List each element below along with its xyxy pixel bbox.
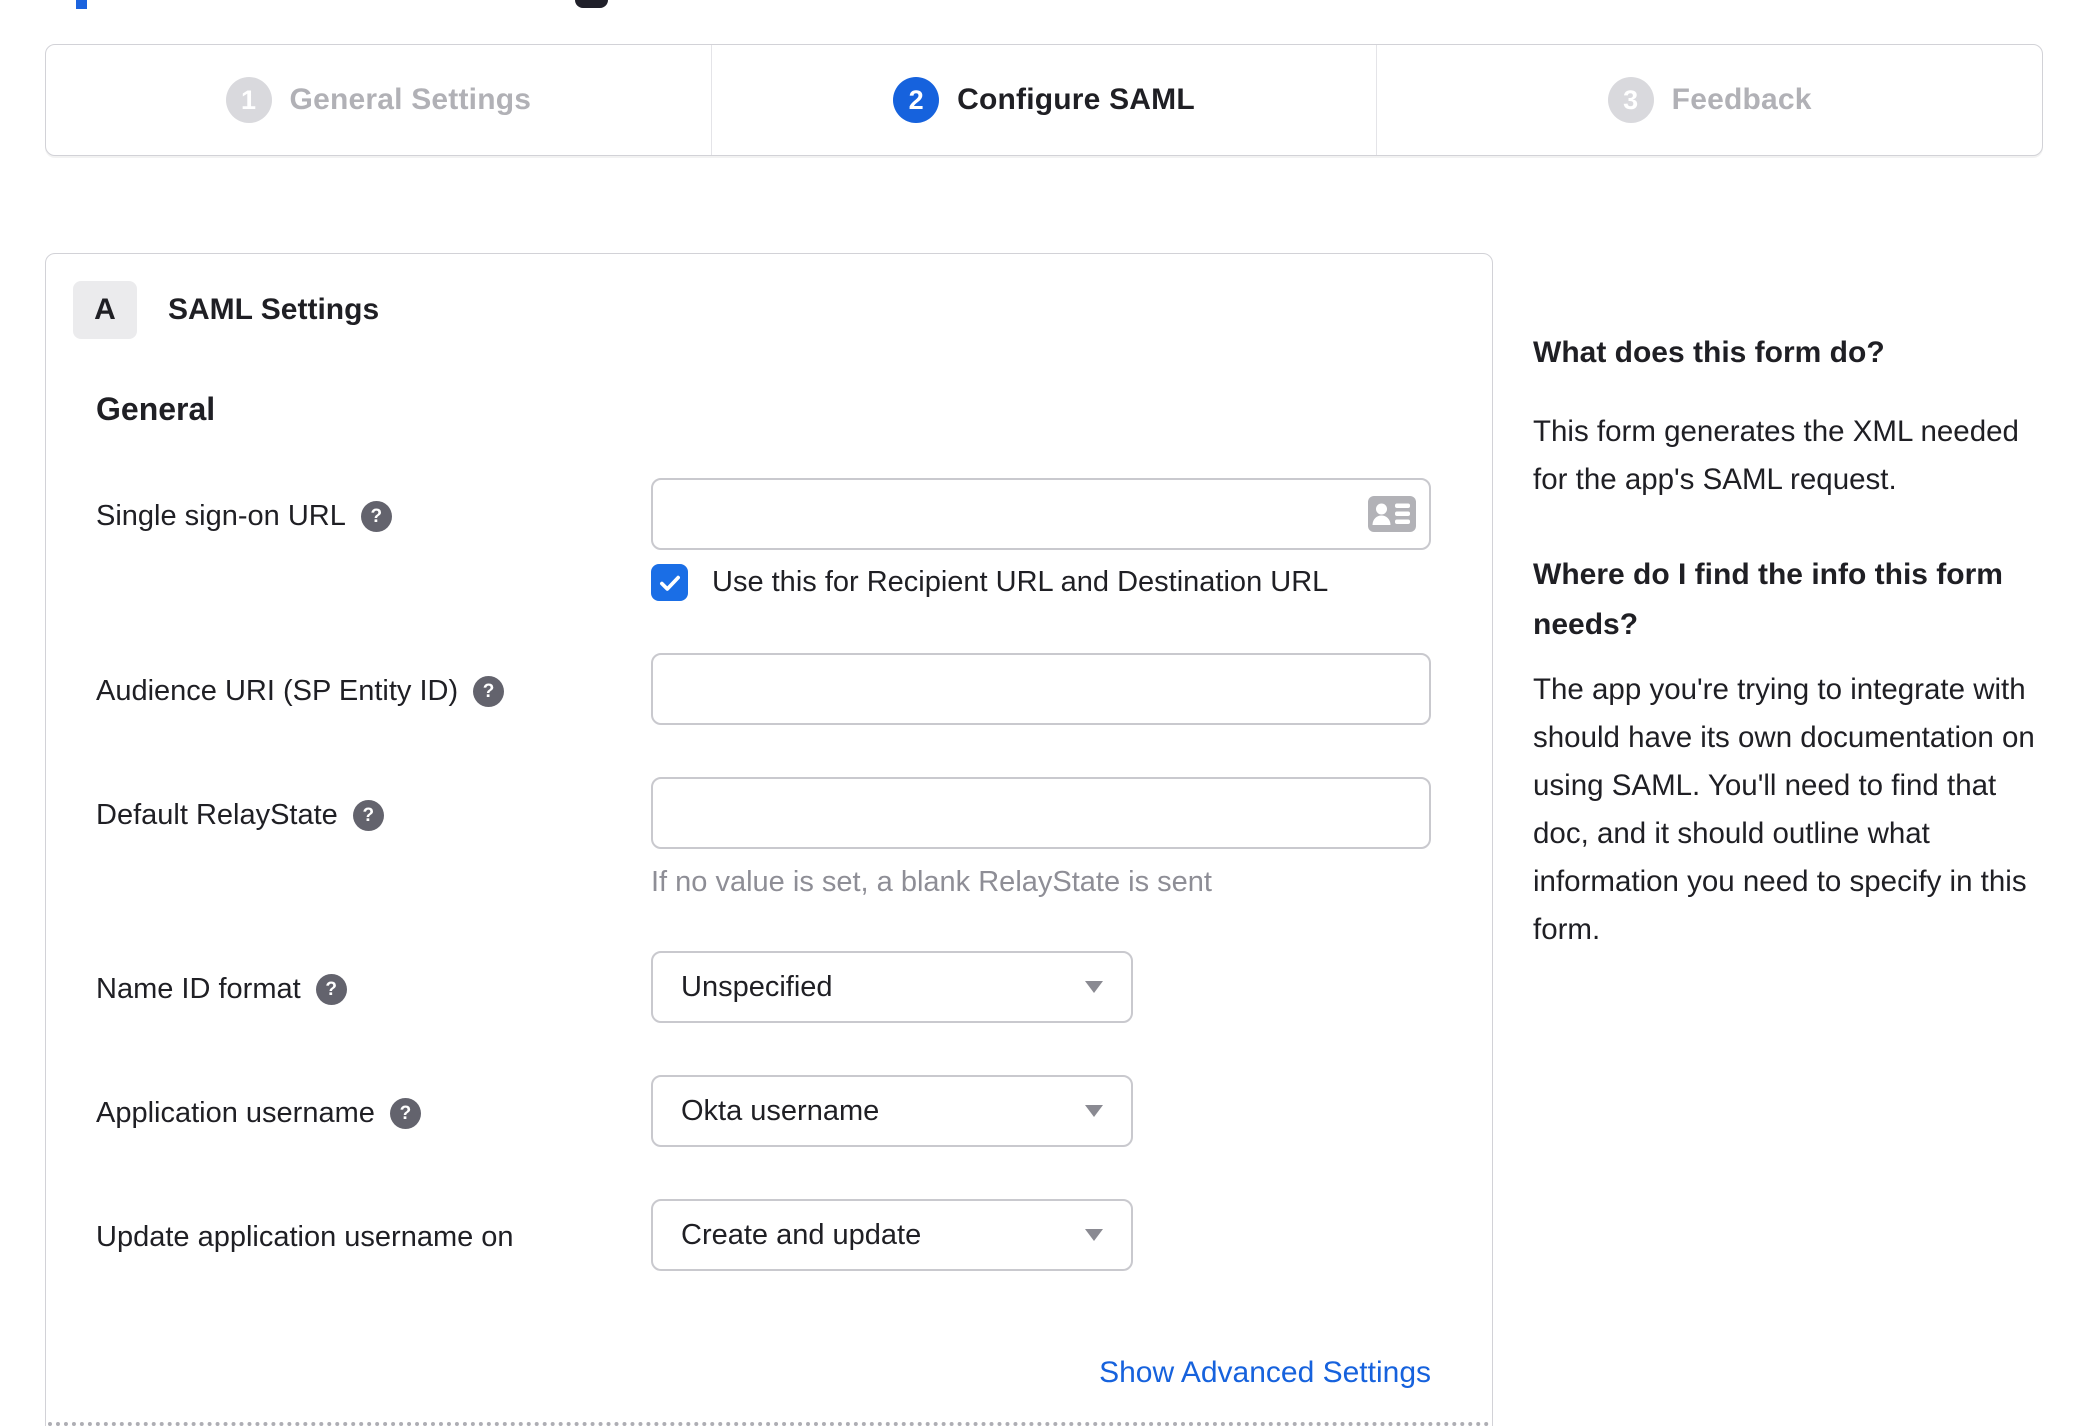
cutoff-logo-fragment-blue (76, 0, 87, 9)
name-id-format-label: Name ID format ? (96, 951, 651, 1023)
name-id-format-row: Name ID format ? Unspecified (96, 951, 1442, 1023)
name-id-format-help-icon[interactable]: ? (315, 974, 347, 1005)
sso-url-help-icon[interactable]: ? (360, 501, 392, 532)
step-general-settings[interactable]: 1 General Settings (46, 45, 711, 155)
general-heading: General (96, 391, 216, 427)
checkmark-icon (659, 575, 680, 591)
audience-uri-help-icon[interactable]: ? (473, 676, 505, 707)
relaystate-hint: If no value is set, a blank RelayState i… (651, 866, 1212, 898)
sidebar-paragraph-what: This form generates the XML needed for t… (1533, 415, 2019, 496)
audience-uri-row: Audience URI (SP Entity ID) ? (96, 653, 1442, 725)
application-username-row: Application username ? Okta username (96, 1075, 1442, 1147)
application-username-select[interactable]: Okta username (651, 1075, 1133, 1147)
panel-header: A SAML Settings (73, 281, 1492, 339)
step-number-badge: 2 (893, 77, 940, 123)
application-username-help-icon[interactable]: ? (389, 1098, 421, 1129)
step-label: General Settings (289, 83, 532, 116)
relaystate-row: Default RelayState ? If no value is set,… (96, 777, 1442, 899)
panel-title: SAML Settings (168, 293, 380, 326)
saml-form: Single sign-on URL ? Use this for Recipi… (96, 478, 1442, 1390)
audience-uri-label: Audience URI (SP Entity ID) ? (96, 653, 651, 725)
checkbox-label: Use this for Recipient URL and Destinati… (712, 566, 1329, 598)
sso-url-label: Single sign-on URL ? (96, 478, 651, 601)
step-number-badge: 1 (225, 77, 272, 123)
caret-down-icon (1085, 1229, 1103, 1241)
dashed-section-divider (48, 1422, 1490, 1426)
step-label: Configure SAML (957, 83, 1195, 116)
sidebar-paragraph-where: The app you're trying to integrate with … (1533, 673, 2035, 946)
sidebar-heading-what: What does this form do? (1533, 336, 1885, 369)
sso-url-row: Single sign-on URL ? Use this for Recipi… (96, 478, 1442, 601)
sidebar-heading-where: Where do I find the info this form needs… (1533, 558, 2003, 641)
audience-uri-input[interactable] (651, 653, 1431, 725)
step-configure-saml[interactable]: 2 Configure SAML (710, 45, 1377, 155)
show-advanced-settings-link[interactable]: Show Advanced Settings (1099, 1356, 1431, 1389)
select-value: Create and update (681, 1218, 922, 1251)
help-sidebar: What does this form do? This form genera… (1533, 328, 2048, 1000)
advanced-settings-row: Show Advanced Settings (96, 1356, 1442, 1390)
update-username-select[interactable]: Create and update (651, 1199, 1133, 1271)
recipient-destination-checkbox[interactable] (651, 564, 688, 601)
relaystate-help-icon[interactable]: ? (352, 800, 384, 831)
recipient-destination-checkbox-row: Use this for Recipient URL and Destinati… (651, 564, 1442, 601)
cutoff-icon-fragment-dark (575, 0, 608, 8)
update-username-label: Update application username on (96, 1221, 514, 1253)
autofill-contact-card-icon[interactable] (1368, 496, 1416, 532)
name-id-format-select[interactable]: Unspecified (651, 951, 1133, 1023)
saml-settings-panel: A SAML Settings General Single sign-on U… (45, 253, 1493, 1426)
caret-down-icon (1085, 981, 1103, 993)
wizard-stepper: 1 General Settings 2 Configure SAML 3 Fe… (45, 44, 2043, 156)
relaystate-input[interactable] (651, 777, 1431, 849)
relaystate-label: Default RelayState ? (96, 777, 651, 899)
sso-url-input[interactable] (651, 478, 1431, 550)
caret-down-icon (1085, 1105, 1103, 1117)
section-a-badge: A (73, 281, 137, 339)
application-username-label: Application username ? (96, 1075, 651, 1147)
step-label: Feedback (1671, 83, 1812, 116)
select-value: Unspecified (681, 970, 833, 1003)
step-number-badge: 3 (1607, 77, 1654, 123)
update-username-row: Update application username on Create an… (96, 1199, 1442, 1271)
select-value: Okta username (681, 1094, 880, 1127)
step-feedback[interactable]: 3 Feedback (1376, 45, 2042, 155)
